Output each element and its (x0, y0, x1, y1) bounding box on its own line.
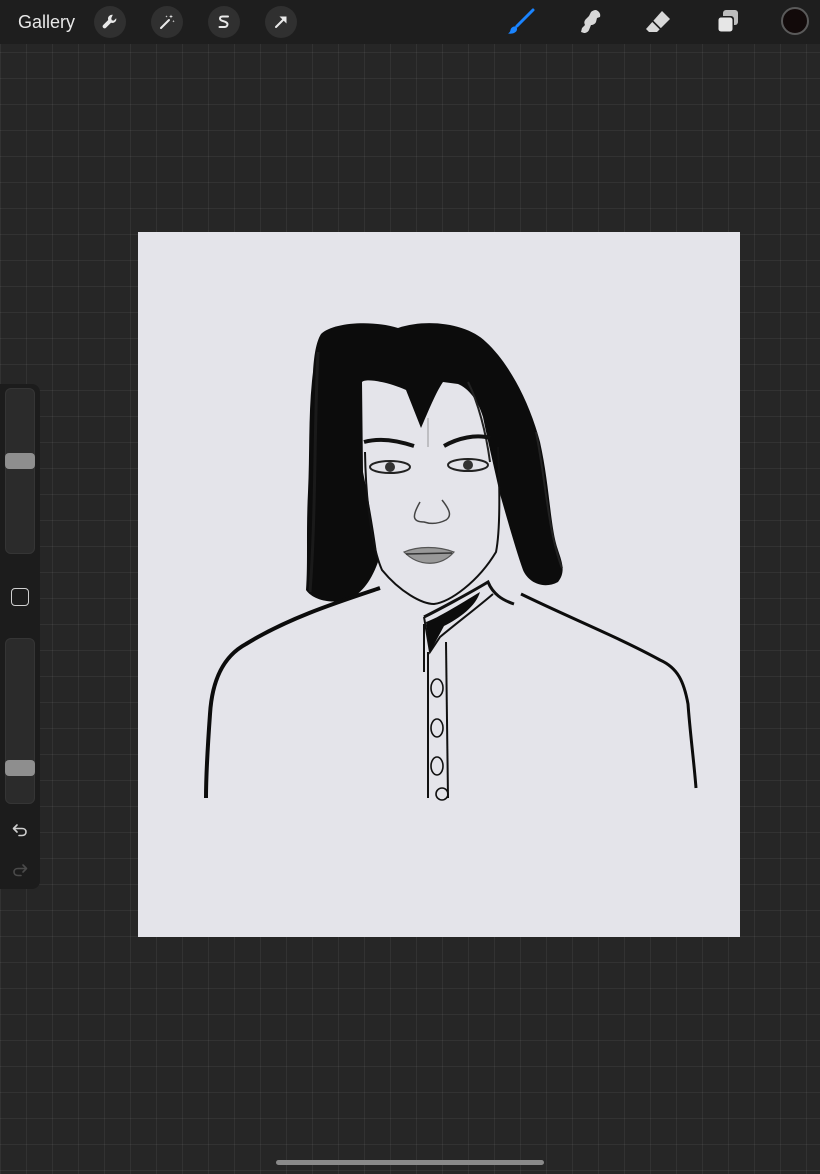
redo-button[interactable] (8, 858, 32, 882)
layers-button[interactable] (710, 5, 744, 39)
procreate-workspace: Gallery (0, 0, 820, 1174)
adjustments-button[interactable] (151, 6, 183, 38)
magic-wand-icon (160, 14, 175, 29)
top-toolbar: Gallery (0, 0, 820, 44)
drawing-canvas[interactable] (138, 232, 740, 937)
selection-button[interactable] (208, 6, 240, 38)
left-sidebar (0, 384, 40, 889)
undo-icon (12, 824, 27, 837)
gallery-button[interactable]: Gallery (18, 11, 75, 33)
smudge-icon (581, 10, 601, 33)
wrench-icon (102, 14, 117, 29)
modify-square-icon[interactable] (11, 588, 29, 606)
color-picker-button[interactable] (781, 7, 809, 35)
smudge-tool-button[interactable] (573, 5, 607, 39)
layers-icon (717, 10, 738, 33)
portrait-drawing (204, 323, 698, 801)
selection-s-icon (218, 15, 229, 28)
eraser-tool-button[interactable] (641, 5, 675, 39)
brush-icon (508, 8, 535, 34)
opacity-slider[interactable] (5, 638, 35, 804)
redo-icon (13, 864, 28, 877)
arrow-cursor-icon (275, 16, 287, 28)
actions-button[interactable] (94, 6, 126, 38)
brush-size-slider[interactable] (5, 388, 35, 554)
opacity-thumb[interactable] (5, 759, 35, 776)
eraser-icon (646, 11, 670, 32)
undo-button[interactable] (8, 818, 32, 842)
brush-tool-button[interactable] (504, 5, 538, 39)
home-indicator (276, 1160, 544, 1165)
brush-size-thumb[interactable] (5, 453, 35, 470)
transform-button[interactable] (265, 6, 297, 38)
